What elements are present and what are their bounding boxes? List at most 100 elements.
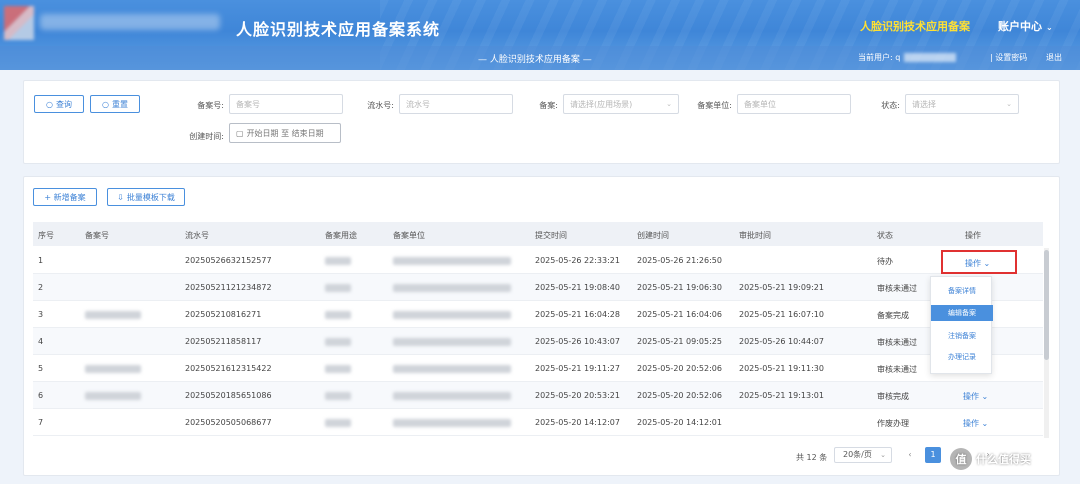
table-row: 7 20250520505068677 2025-05-20 14:12:07 … bbox=[33, 409, 1043, 436]
pager-prev-button[interactable]: ‹ bbox=[902, 447, 918, 463]
serial-number-input[interactable]: 流水号 bbox=[399, 94, 513, 114]
scenario-select[interactable]: 请选择(应用场景) ⌄ bbox=[563, 94, 679, 114]
download-icon: ⇩ bbox=[117, 192, 124, 202]
column-create-time: 创建时间 bbox=[637, 231, 669, 240]
chevron-down-icon: ⌄ bbox=[666, 100, 672, 108]
date-range-placeholder: 开始日期 至 结束日期 bbox=[246, 128, 324, 138]
row-actions-label: 操作 ⌄ bbox=[965, 259, 991, 268]
unit-redacted bbox=[393, 419, 511, 427]
reset-button[interactable]: ○ 重置 bbox=[90, 95, 140, 113]
purpose-redacted bbox=[325, 419, 351, 427]
status-placeholder: 请选择 bbox=[912, 99, 936, 109]
purpose-redacted bbox=[325, 338, 351, 346]
unit-redacted bbox=[393, 284, 511, 292]
row-submit-time: 2025-05-26 22:33:21 bbox=[535, 256, 620, 265]
site-watermark: 值 什么值得买 bbox=[950, 448, 1031, 470]
logout-link[interactable]: 退出 bbox=[1046, 52, 1062, 63]
status-label: 状态: bbox=[881, 101, 900, 110]
scenario-placeholder: 请选择(应用场景) bbox=[570, 99, 633, 109]
account-center-menu[interactable]: 账户中心 ⌄ bbox=[998, 18, 1053, 34]
menu-item-filing-details[interactable]: 备案详情 bbox=[931, 283, 993, 299]
batch-template-download-button[interactable]: ⇩ 批量模板下载 bbox=[107, 188, 185, 206]
status-select[interactable]: 请选择 ⌄ bbox=[905, 94, 1019, 114]
row-create-time: 2025-05-21 19:06:30 bbox=[637, 283, 722, 292]
row-create-time: 2025-05-21 16:04:06 bbox=[637, 310, 722, 319]
row-actions-button-highlighted[interactable]: 操作 ⌄ bbox=[941, 250, 1017, 274]
row-actions-button[interactable]: 操作 ⌄ bbox=[963, 391, 988, 402]
unit-redacted bbox=[393, 365, 511, 373]
watermark-logo-icon: 值 bbox=[950, 448, 972, 470]
row-serial: 202505211858117 bbox=[185, 337, 262, 346]
column-filing-number: 备案号 bbox=[85, 231, 109, 240]
column-index: 序号 bbox=[38, 231, 54, 240]
row-index: 5 bbox=[38, 364, 44, 373]
logo bbox=[4, 6, 34, 40]
refresh-icon: ○ bbox=[102, 99, 109, 109]
row-index: 4 bbox=[38, 337, 44, 346]
row-status: 备案完成 bbox=[877, 311, 909, 320]
menu-item-cancel-filing[interactable]: 注销备案 bbox=[931, 328, 993, 344]
row-submit-time: 2025-05-20 20:53:21 bbox=[535, 391, 620, 400]
filing-number-input[interactable]: 备案号 bbox=[229, 94, 343, 114]
column-purpose: 备案用途 bbox=[325, 231, 357, 240]
chevron-down-icon: ⌄ bbox=[1006, 100, 1012, 108]
table-row: 2 20250521121234872 2025-05-21 19:08:40 … bbox=[33, 274, 1043, 301]
row-approve-time: 2025-05-21 19:09:21 bbox=[739, 283, 824, 292]
search-panel bbox=[23, 80, 1060, 164]
page-size-select[interactable]: 20条/页 ⌄ bbox=[834, 447, 892, 463]
row-approve-time: 2025-05-21 19:13:01 bbox=[739, 391, 824, 400]
menu-item-edit-filing[interactable]: 编辑备案 bbox=[931, 305, 993, 321]
purpose-redacted bbox=[325, 284, 351, 292]
purpose-redacted bbox=[325, 392, 351, 400]
row-approve-time: 2025-05-26 10:44:07 bbox=[739, 337, 824, 346]
chevron-down-icon: ⌄ bbox=[1046, 23, 1053, 32]
search-icon: ○ bbox=[46, 99, 53, 109]
row-create-time: 2025-05-26 21:26:50 bbox=[637, 256, 722, 265]
row-serial: 202505210816271 bbox=[185, 310, 262, 319]
batch-button-label: 批量模板下载 bbox=[126, 192, 175, 202]
filing-unit-input[interactable]: 备案单位 bbox=[737, 94, 851, 114]
table-row: 5 20250521612315422 2025-05-21 19:11:27 … bbox=[33, 355, 1043, 382]
row-index: 7 bbox=[38, 418, 44, 427]
column-serial-number: 流水号 bbox=[185, 231, 209, 240]
serial-number-label: 流水号: bbox=[367, 101, 394, 110]
row-status: 待办 bbox=[877, 257, 893, 266]
query-button[interactable]: ○ 查询 bbox=[34, 95, 84, 113]
change-password-link[interactable]: | 设置密码 bbox=[990, 52, 1027, 63]
unit-redacted bbox=[393, 311, 511, 319]
column-submit-time: 提交时间 bbox=[535, 231, 567, 240]
query-button-label: 查询 bbox=[55, 99, 72, 109]
table-row: 1 20250526632152577 2025-05-26 22:33:21 … bbox=[33, 247, 1043, 274]
row-index: 6 bbox=[38, 391, 44, 400]
table-row: 6 20250520185651086 2025-05-20 20:53:21 … bbox=[33, 382, 1043, 409]
row-submit-time: 2025-05-26 10:43:07 bbox=[535, 337, 620, 346]
column-approve-time: 审批时间 bbox=[739, 231, 771, 240]
row-serial: 20250520505068677 bbox=[185, 418, 272, 427]
row-submit-time: 2025-05-21 19:11:27 bbox=[535, 364, 620, 373]
page-size-value: 20条/页 bbox=[843, 450, 872, 459]
row-create-time: 2025-05-20 14:12:01 bbox=[637, 418, 722, 427]
highlight-title[interactable]: 人脸识别技术应用备案 bbox=[860, 18, 970, 34]
row-submit-time: 2025-05-21 16:04:28 bbox=[535, 310, 620, 319]
column-filing-unit: 备案单位 bbox=[393, 231, 425, 240]
row-actions-button[interactable]: 操作 ⌄ bbox=[963, 418, 988, 429]
column-status: 状态 bbox=[877, 231, 893, 240]
user-name-redacted bbox=[904, 53, 957, 62]
table-scrollbar-thumb[interactable] bbox=[1044, 250, 1049, 360]
column-actions: 操作 bbox=[965, 231, 981, 240]
current-user-initial: q bbox=[895, 53, 901, 62]
date-range-picker[interactable]: ▢ 开始日期 至 结束日期 bbox=[229, 123, 341, 143]
pager-page-1[interactable]: 1 bbox=[925, 447, 941, 463]
add-filing-button[interactable]: + 新增备案 bbox=[33, 188, 97, 206]
row-status: 审核未通过 bbox=[877, 338, 917, 347]
row-create-time: 2025-05-21 09:05:25 bbox=[637, 337, 722, 346]
purpose-redacted bbox=[325, 311, 351, 319]
row-create-time: 2025-05-20 20:52:06 bbox=[637, 364, 722, 373]
menu-item-process-records[interactable]: 办理记录 bbox=[931, 349, 993, 365]
filing-number-label: 备案号: bbox=[197, 101, 224, 110]
row-index: 2 bbox=[38, 283, 44, 292]
row-serial: 20250520185651086 bbox=[185, 391, 272, 400]
table-row: 3 202505210816271 2025-05-21 16:04:28 20… bbox=[33, 301, 1043, 328]
account-center-label: 账户中心 bbox=[998, 20, 1042, 33]
pager-total: 共 12 条 bbox=[796, 453, 828, 462]
